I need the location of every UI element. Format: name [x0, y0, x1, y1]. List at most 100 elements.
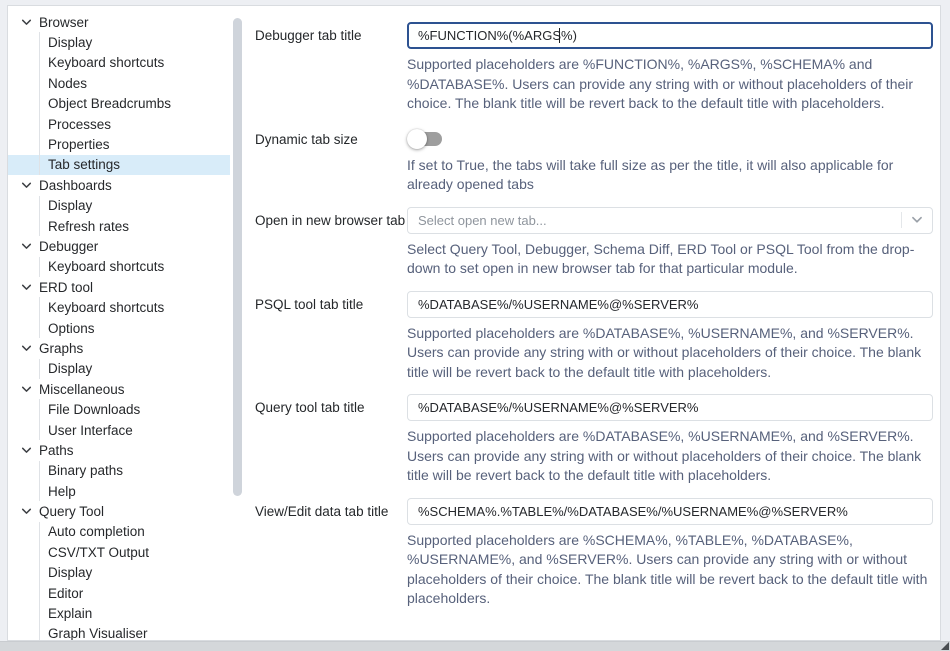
form-row-query-tool-tab-title: Query tool tab titleSupported placeholde…: [255, 394, 933, 486]
sidebar-item-user-interface[interactable]: User Interface: [8, 420, 230, 440]
chevron-down-icon[interactable]: [19, 178, 33, 192]
sidebar-item-label: Dashboards: [39, 178, 112, 193]
open-in-new-browser-tab-select[interactable]: Select open new tab...: [407, 207, 933, 234]
sidebar-item-browser[interactable]: Browser: [8, 12, 230, 32]
field-label: Open in new browser tab: [255, 207, 407, 279]
sidebar-item-nodes[interactable]: Nodes: [8, 73, 230, 93]
sidebar-item-label: Explain: [48, 606, 92, 621]
sidebar-item-label: Properties: [48, 137, 110, 152]
field-label: Dynamic tab size: [255, 126, 407, 195]
sidebar-item-label: Processes: [48, 117, 111, 132]
chevron-down-icon[interactable]: [19, 341, 33, 355]
view-edit-data-tab-title-input[interactable]: [407, 498, 933, 525]
debugger-tab-title-input[interactable]: [407, 22, 933, 49]
sidebar-item-label: Keyboard shortcuts: [48, 55, 164, 70]
sidebar-item-keyboard-shortcuts[interactable]: Keyboard shortcuts: [8, 53, 230, 73]
sidebar-item-label: Miscellaneous: [39, 382, 125, 397]
sidebar-item-label: Display: [48, 565, 92, 580]
sidebar-item-editor[interactable]: Editor: [8, 583, 230, 603]
sidebar-item-refresh-rates[interactable]: Refresh rates: [8, 216, 230, 236]
sidebar-item-display[interactable]: Display: [8, 196, 230, 216]
sidebar-item-explain[interactable]: Explain: [8, 603, 230, 623]
sidebar-item-label: Refresh rates: [48, 219, 129, 234]
sidebar-item-label: Editor: [48, 586, 83, 601]
sidebar-item-label: Paths: [39, 443, 74, 458]
psql-tool-tab-title-input[interactable]: [407, 291, 933, 318]
field-helper-text: Supported placeholders are %DATABASE%, %…: [407, 427, 933, 486]
select-placeholder: Select open new tab...: [418, 213, 901, 228]
chevron-down-icon[interactable]: [19, 505, 33, 519]
field-helper-text: Supported placeholders are %DATABASE%, %…: [407, 324, 933, 383]
horizontal-scrollbar[interactable]: [0, 641, 950, 651]
field-helper-text: Supported placeholders are %SCHEMA%, %TA…: [407, 531, 933, 609]
field-column: If set to True, the tabs will take full …: [407, 126, 933, 195]
field-label: PSQL tool tab title: [255, 291, 407, 383]
sidebar-item-tab-settings[interactable]: Tab settings: [8, 155, 230, 175]
sidebar-item-csv-txt-output[interactable]: CSV/TXT Output: [8, 542, 230, 562]
sidebar-item-erd-tool[interactable]: ERD tool: [8, 277, 230, 297]
field-column: Select open new tab... Select Query Tool,…: [407, 207, 933, 279]
sidebar-item-label: CSV/TXT Output: [48, 545, 149, 560]
sidebar-item-graph-visualiser[interactable]: Graph Visualiser: [8, 624, 230, 640]
sidebar-item-display[interactable]: Display: [8, 563, 230, 583]
field-helper-text: Select Query Tool, Debugger, Schema Diff…: [407, 240, 933, 279]
sidebar-item-object-breadcrumbs[interactable]: Object Breadcrumbs: [8, 94, 230, 114]
sidebar-item-graphs[interactable]: Graphs: [8, 338, 230, 358]
form-row-debugger-tab-title: Debugger tab titleSupported placeholders…: [255, 22, 933, 114]
sidebar-item-dashboards[interactable]: Dashboards: [8, 175, 230, 195]
sidebar-item-label: Query Tool: [39, 504, 104, 519]
chevron-down-icon[interactable]: [19, 443, 33, 457]
sidebar-item-file-downloads[interactable]: File Downloads: [8, 399, 230, 419]
sidebar-item-label: Binary paths: [48, 463, 123, 478]
preferences-tree: Browser Display Keyboard shortcuts Nodes Obj…: [8, 6, 245, 640]
sidebar-item-binary-paths[interactable]: Binary paths: [8, 461, 230, 481]
sidebar-item-miscellaneous[interactable]: Miscellaneous: [8, 379, 230, 399]
sidebar-item-properties[interactable]: Properties: [8, 134, 230, 154]
sidebar-item-label: Help: [48, 484, 76, 499]
sidebar-item-label: Tab settings: [48, 157, 120, 172]
sidebar-item-label: Graphs: [39, 341, 83, 356]
text-input-wrap: [407, 498, 933, 525]
field-helper-text: If set to True, the tabs will take full …: [407, 156, 933, 195]
chevron-down-icon[interactable]: [19, 382, 33, 396]
dynamic-tab-size-toggle[interactable]: [407, 128, 445, 150]
chevron-down-icon[interactable]: [19, 239, 33, 253]
sidebar-item-options[interactable]: Options: [8, 318, 230, 338]
sidebar-item-query-tool[interactable]: Query Tool: [8, 501, 230, 521]
sidebar-item-help[interactable]: Help: [8, 481, 230, 501]
sidebar-item-label: Object Breadcrumbs: [48, 96, 171, 111]
sidebar-item-debugger[interactable]: Debugger: [8, 236, 230, 256]
preferences-form: Debugger tab titleSupported placeholders…: [245, 6, 940, 640]
form-row-view-edit-data-tab-title: View/Edit data tab titleSupported placeh…: [255, 498, 933, 609]
field-column: Supported placeholders are %FUNCTION%, %…: [407, 22, 933, 114]
query-tool-tab-title-input[interactable]: [407, 394, 933, 421]
resize-grip-icon[interactable]: [941, 642, 949, 650]
text-input-wrap: [407, 22, 933, 49]
sidebar-item-label: ERD tool: [39, 280, 93, 295]
toggle-thumb[interactable]: [407, 129, 427, 149]
sidebar-item-processes[interactable]: Processes: [8, 114, 230, 134]
sidebar-item-keyboard-shortcuts[interactable]: Keyboard shortcuts: [8, 297, 230, 317]
field-label: Debugger tab title: [255, 22, 407, 114]
chevron-down-icon[interactable]: [19, 15, 33, 29]
sidebar-item-auto-completion[interactable]: Auto completion: [8, 522, 230, 542]
field-column: Supported placeholders are %DATABASE%, %…: [407, 291, 933, 383]
sidebar-item-keyboard-shortcuts[interactable]: Keyboard shortcuts: [8, 257, 230, 277]
sidebar-item-display[interactable]: Display: [8, 32, 230, 52]
sidebar-item-display[interactable]: Display: [8, 359, 230, 379]
field-helper-text: Supported placeholders are %FUNCTION%, %…: [407, 55, 933, 114]
sidebar-item-label: Browser: [39, 15, 89, 30]
sidebar-item-paths[interactable]: Paths: [8, 440, 230, 460]
form-row-dynamic-tab-size: Dynamic tab sizeIf set to True, the tabs…: [255, 126, 933, 195]
field-column: Supported placeholders are %SCHEMA%, %TA…: [407, 498, 933, 609]
sidebar-item-label: Display: [48, 198, 92, 213]
sidebar-item-label: Keyboard shortcuts: [48, 259, 164, 274]
field-column: Supported placeholders are %DATABASE%, %…: [407, 394, 933, 486]
sidebar-item-label: Options: [48, 321, 95, 336]
text-input-wrap: [407, 394, 933, 421]
chevron-down-icon[interactable]: [902, 213, 932, 227]
sidebar-scrollbar[interactable]: [233, 18, 242, 496]
chevron-down-icon[interactable]: [19, 280, 33, 294]
field-label: Query tool tab title: [255, 394, 407, 486]
sidebar-item-label: File Downloads: [48, 402, 140, 417]
